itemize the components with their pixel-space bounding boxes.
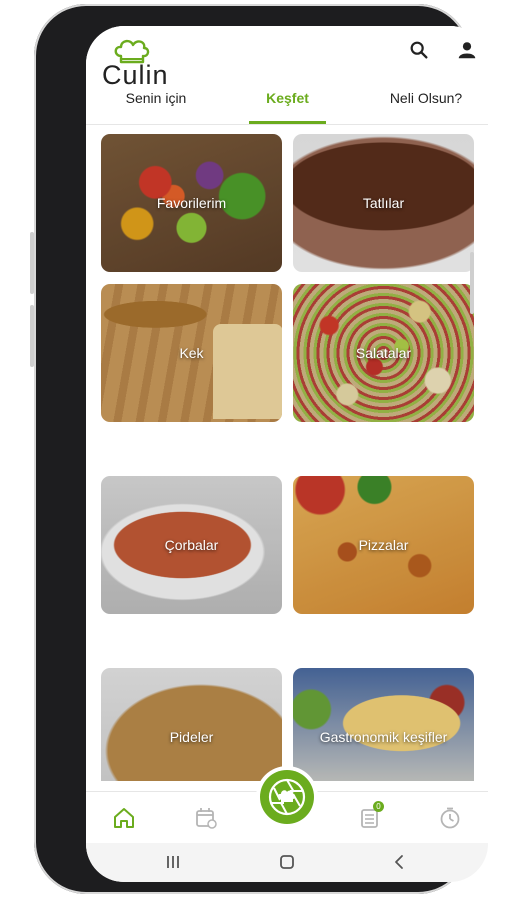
recent-apps-icon[interactable] xyxy=(164,853,182,871)
home-system-icon[interactable] xyxy=(278,853,296,871)
category-grid: Favorilerim Tatlılar Kek Salatalar Çorba… xyxy=(86,125,488,781)
tab-neli-olsun[interactable]: Neli Olsun? xyxy=(376,90,476,106)
list-badge: 0 xyxy=(373,801,384,812)
category-label: Kek xyxy=(179,345,204,361)
category-card-tatlilar[interactable]: Tatlılar xyxy=(293,134,474,272)
category-label: Pizzalar xyxy=(358,537,409,553)
category-card-salatalar[interactable]: Salatalar xyxy=(293,284,474,422)
camera-chef-icon xyxy=(268,778,306,816)
tab-kesfet[interactable]: Keşfet xyxy=(249,90,326,106)
phone-frame: Culin Senin için Keşfet Neli Olsun? Favo… xyxy=(34,4,488,894)
camera-chef-button[interactable] xyxy=(256,766,318,828)
tab-bar: Senin için Keşfet Neli Olsun? xyxy=(86,84,488,125)
category-card-gastronomik-kesifler[interactable]: Gastronomik keşifler xyxy=(293,668,474,781)
tab-senin-icin[interactable]: Senin için xyxy=(106,90,206,106)
profile-icon[interactable] xyxy=(456,39,478,61)
active-tab-indicator xyxy=(249,121,326,124)
volume-button xyxy=(30,232,34,294)
category-label: Salatalar xyxy=(355,345,412,361)
system-nav-bar xyxy=(86,843,488,882)
app-bar: Culin Senin için Keşfet Neli Olsun? xyxy=(86,26,488,125)
category-label: Pideler xyxy=(169,729,214,745)
volume-button xyxy=(30,305,34,367)
category-label: Favorilerim xyxy=(156,195,227,211)
search-icon[interactable] xyxy=(408,39,430,61)
category-card-corbalar[interactable]: Çorbalar xyxy=(101,476,282,614)
timer-icon[interactable] xyxy=(437,805,463,831)
category-card-favorilerim[interactable]: Favorilerim xyxy=(101,134,282,272)
category-label: Gastronomik keşifler xyxy=(319,729,448,745)
back-icon[interactable] xyxy=(391,853,409,871)
calendar-icon[interactable] xyxy=(193,805,219,831)
category-card-pideler[interactable]: Pideler xyxy=(101,668,282,781)
app-screen: Culin Senin için Keşfet Neli Olsun? Favo… xyxy=(86,26,488,882)
category-card-kek[interactable]: Kek xyxy=(101,284,282,422)
category-card-pizzalar[interactable]: Pizzalar xyxy=(293,476,474,614)
power-button xyxy=(470,252,474,314)
category-label: Çorbalar xyxy=(164,537,219,553)
category-label: Tatlılar xyxy=(362,195,405,211)
home-icon[interactable] xyxy=(111,805,137,831)
